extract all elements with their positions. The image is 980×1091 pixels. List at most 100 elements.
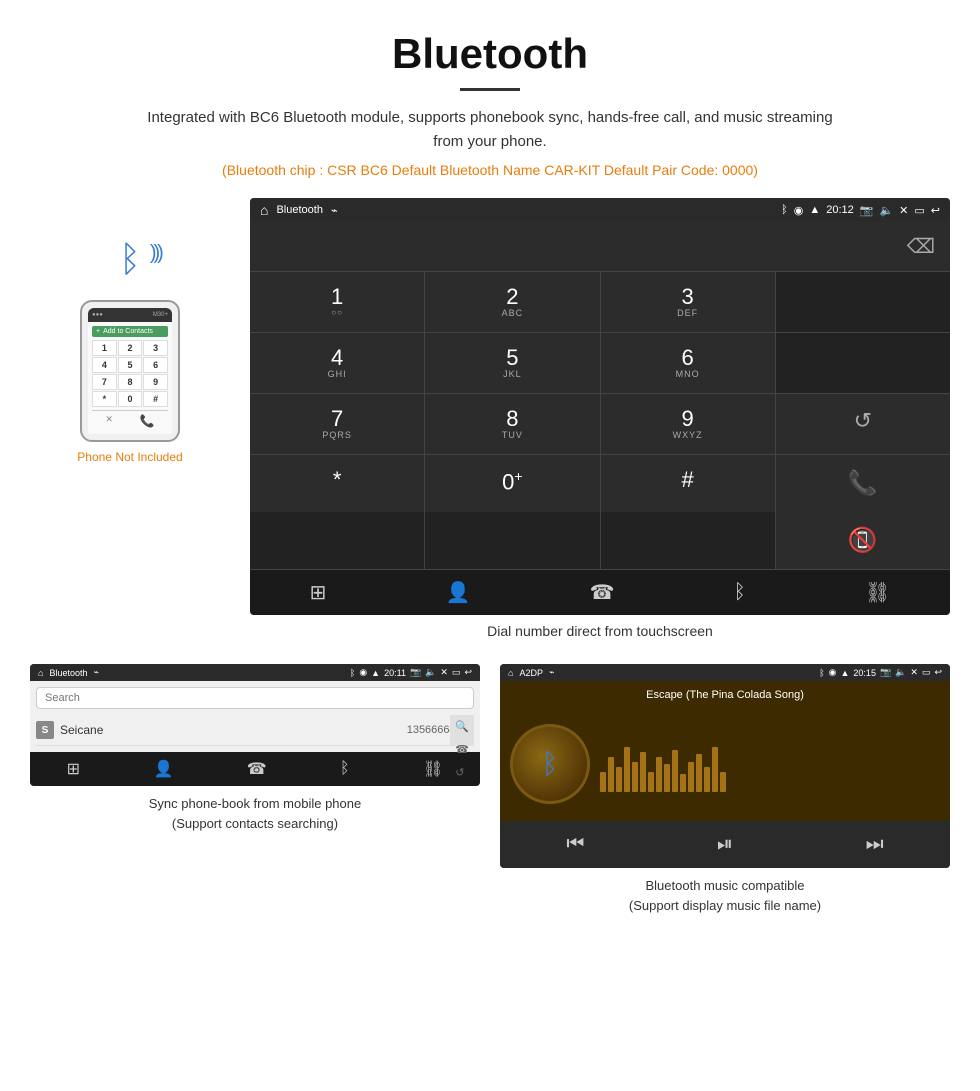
phone-key-7: 7 <box>92 374 117 390</box>
pb-nav-phone-icon[interactable]: ☎ <box>247 759 267 779</box>
ms-time: 20:15 <box>853 668 876 678</box>
dial-key-refresh[interactable]: ↺ <box>776 394 950 454</box>
pb-nav-person-icon[interactable]: 👤 <box>153 759 173 779</box>
bluetooth-icon: ᛒ <box>119 238 141 280</box>
phone-screen-header: +Add to Contacts <box>92 326 168 337</box>
eq-bar <box>608 757 614 792</box>
location-icon: ◉ <box>794 204 804 217</box>
title-divider <box>460 88 520 91</box>
phone-key-4: 4 <box>92 357 117 373</box>
music-screen: ⌂ A2DP ⌁ ᛒ ◉ ▲ 20:15 📷 🔈 ✕ ▭ ↩ <box>500 664 950 868</box>
contact-letter: S <box>36 721 54 739</box>
eq-bar <box>656 757 662 792</box>
phonebook-bottom-nav: ⊞ 👤 ☎ ᛒ ⛓ <box>30 752 480 786</box>
next-icon[interactable]: ⏭ <box>866 833 884 856</box>
ms-bt-icon: ᛒ <box>819 668 824 678</box>
contact-name: Seicane <box>60 723 401 737</box>
pb-time: 20:11 <box>384 668 406 678</box>
dial-keypad: 1 ○○ 2 ABC 3 DEF 4 GHI 5 <box>250 272 950 512</box>
eq-bar <box>688 762 694 792</box>
pb-bt-icon: ᛒ <box>350 668 355 678</box>
dial-key-call-green[interactable]: 📞 <box>776 455 950 512</box>
dial-key-6[interactable]: 6 MNO <box>601 333 775 393</box>
phone-key-6: 6 <box>143 357 168 373</box>
eq-bar <box>632 762 638 792</box>
album-art: ᛒ <box>510 724 590 804</box>
prev-icon[interactable]: ⏮ <box>566 833 584 856</box>
pb-call-side-icon[interactable]: ☎ <box>455 743 469 756</box>
dial-key-7[interactable]: 7 PQRS <box>250 394 424 454</box>
phone-bottom-bar: ✕ 📞 <box>92 410 168 430</box>
dial-key-4[interactable]: 4 GHI <box>250 333 424 393</box>
eq-bar <box>712 747 718 792</box>
phone-key-5: 5 <box>118 357 143 373</box>
dial-key-9[interactable]: 9 WXYZ <box>601 394 775 454</box>
search-input[interactable] <box>36 687 474 709</box>
dial-key-2[interactable]: 2 ABC <box>425 272 599 332</box>
dial-end-row: 📵 <box>250 512 950 569</box>
dial-key-1[interactable]: 1 ○○ <box>250 272 424 332</box>
status-right: ᛒ ◉ ▲ 20:12 📷 🔈 ✕ ▭ ↩ <box>781 204 940 217</box>
phone-call-icon: 📞 <box>140 414 155 428</box>
dial-empty-a <box>250 512 424 569</box>
dial-key-hash[interactable]: # <box>601 455 775 512</box>
bottom-screens: ⌂ Bluetooth ⌁ ᛒ ◉ ▲ 20:11 📷 🔈 ✕ ▭ ↩ <box>0 654 980 935</box>
ms-loc-icon: ◉ <box>829 667 837 678</box>
eq-bar <box>704 767 710 792</box>
play-pause-icon[interactable]: ⏯ <box>717 833 733 856</box>
eq-bar <box>624 747 630 792</box>
album-bt-icon: ᛒ <box>542 748 559 780</box>
ms-back-icon: ↩ <box>934 667 942 678</box>
pb-nav-grid-icon[interactable]: ⊞ <box>67 759 80 779</box>
pb-back-icon: ↩ <box>464 667 472 678</box>
dial-empty-b <box>425 512 599 569</box>
pb-refresh-side-icon[interactable]: ↺ <box>455 766 469 779</box>
home-icon: ⌂ <box>260 202 268 218</box>
dial-key-star[interactable]: * <box>250 455 424 512</box>
pb-loc-icon: ◉ <box>359 667 367 678</box>
status-left: ⌂ Bluetooth ⌁ <box>260 202 338 218</box>
music-content-row: ᛒ <box>500 709 950 819</box>
nav-link-icon[interactable]: ⛓ <box>865 580 890 605</box>
phonebook-contact-list: S Seicane 13566664466 🔍 ☎ ↺ <box>36 715 474 746</box>
ms-vol-icon: 🔈 <box>895 667 906 678</box>
dial-key-5[interactable]: 5 JKL <box>425 333 599 393</box>
pb-nav-link-icon[interactable]: ⛓ <box>423 759 443 779</box>
eq-visualization <box>590 727 940 802</box>
page-title: Bluetooth <box>20 30 960 78</box>
dial-caption: Dial number direct from touchscreen <box>250 623 950 639</box>
eq-bar <box>648 772 654 792</box>
backspace-icon[interactable]: ⌫ <box>907 234 935 259</box>
eq-bar <box>664 764 670 792</box>
pb-usb-icon: ⌁ <box>93 667 98 678</box>
volume-icon: 🔈 <box>879 204 893 217</box>
phone-screen: +Add to Contacts 1 2 3 4 5 6 7 8 9 * 0 # <box>88 322 172 434</box>
phone-key-0: 0 <box>118 391 143 407</box>
pb-vol-icon: 🔈 <box>425 667 436 678</box>
eq-bars <box>600 737 930 792</box>
nav-grid-icon[interactable]: ⊞ <box>310 580 327 605</box>
music-status-bar: ⌂ A2DP ⌁ ᛒ ◉ ▲ 20:15 📷 🔈 ✕ ▭ ↩ <box>500 664 950 681</box>
nav-phone-icon[interactable]: ☎ <box>590 580 615 605</box>
phone-key-9: 9 <box>143 374 168 390</box>
nav-bt-icon[interactable]: ᛒ <box>734 581 746 604</box>
phone-key-3: 3 <box>143 340 168 356</box>
main-content: ᛒ ))) ●●● M30+ +Add to Contacts 1 2 3 4 … <box>0 188 980 654</box>
phonebook-screen: ⌂ Bluetooth ⌁ ᛒ ◉ ▲ 20:11 📷 🔈 ✕ ▭ ↩ <box>30 664 480 786</box>
nav-person-icon[interactable]: 👤 <box>446 580 471 605</box>
pb-nav-bt-icon[interactable]: ᛒ <box>340 760 350 778</box>
dial-display: ⌫ <box>250 222 950 272</box>
phonebook-status-bar: ⌂ Bluetooth ⌁ ᛒ ◉ ▲ 20:11 📷 🔈 ✕ ▭ ↩ <box>30 664 480 681</box>
time-display: 20:12 <box>826 204 854 216</box>
dial-key-0[interactable]: 0+ <box>425 455 599 512</box>
ms-win-icon: ▭ <box>922 667 931 678</box>
phone-key-2: 2 <box>118 340 143 356</box>
pb-search-side-icon[interactable]: 🔍 <box>455 720 469 733</box>
pb-x-icon: ✕ <box>440 667 448 678</box>
dial-key-8[interactable]: 8 TUV <box>425 394 599 454</box>
pb-sig-icon: ▲ <box>371 668 380 678</box>
dial-key-3[interactable]: 3 DEF <box>601 272 775 332</box>
ms-sig-icon: ▲ <box>841 668 850 678</box>
dial-key-end-call[interactable]: 📵 <box>776 512 950 569</box>
bt-status-icon: ᛒ <box>781 204 788 216</box>
